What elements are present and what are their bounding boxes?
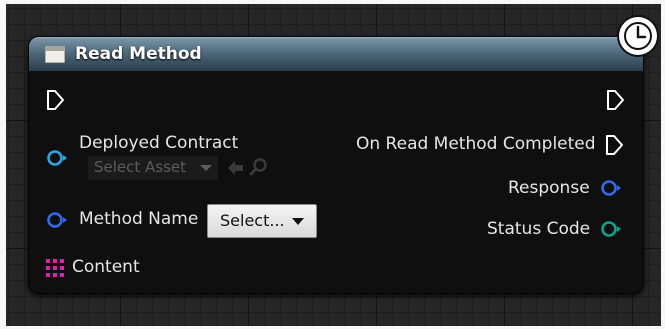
blueprint-function-icon: [45, 46, 65, 63]
response-label: Response: [508, 178, 590, 198]
status-code-label: Status Code: [487, 219, 591, 239]
method-name-pin-icon[interactable]: [46, 210, 70, 230]
node-title: Read Method: [75, 44, 202, 64]
exec-in-pin-icon[interactable]: [46, 89, 66, 111]
viewport-border-top: [0, 0, 665, 4]
content-label: Content: [72, 257, 140, 277]
status-code-pin-icon[interactable]: [600, 219, 624, 239]
content-array-pin-icon[interactable]: [46, 259, 64, 277]
select-asset-dropdown[interactable]: Select Asset: [88, 156, 218, 180]
deployed-contract-pin-icon[interactable]: [46, 148, 70, 168]
on-read-method-completed-label: On Read Method Completed: [356, 134, 596, 154]
exec-out-pin-icon[interactable]: [606, 89, 626, 111]
viewport-border-left: [0, 0, 6, 329]
select-asset-value: Select Asset: [94, 158, 187, 176]
completed-exec-pin-icon[interactable]: [605, 134, 625, 156]
chevron-down-icon: [200, 165, 212, 171]
viewport-border-right: [661, 0, 665, 329]
response-pin-icon[interactable]: [600, 178, 624, 198]
node-header[interactable]: Read Method: [29, 37, 643, 71]
clock-icon: [619, 17, 657, 55]
browse-asset-icon[interactable]: [249, 157, 269, 177]
method-name-dropdown[interactable]: Select...: [207, 204, 317, 238]
deployed-contract-label: Deployed Contract: [79, 133, 239, 153]
use-selected-asset-icon[interactable]: [226, 158, 246, 178]
method-name-value: Select...: [220, 211, 285, 230]
chevron-down-icon: [292, 218, 304, 225]
method-name-label: Method Name: [79, 209, 199, 229]
